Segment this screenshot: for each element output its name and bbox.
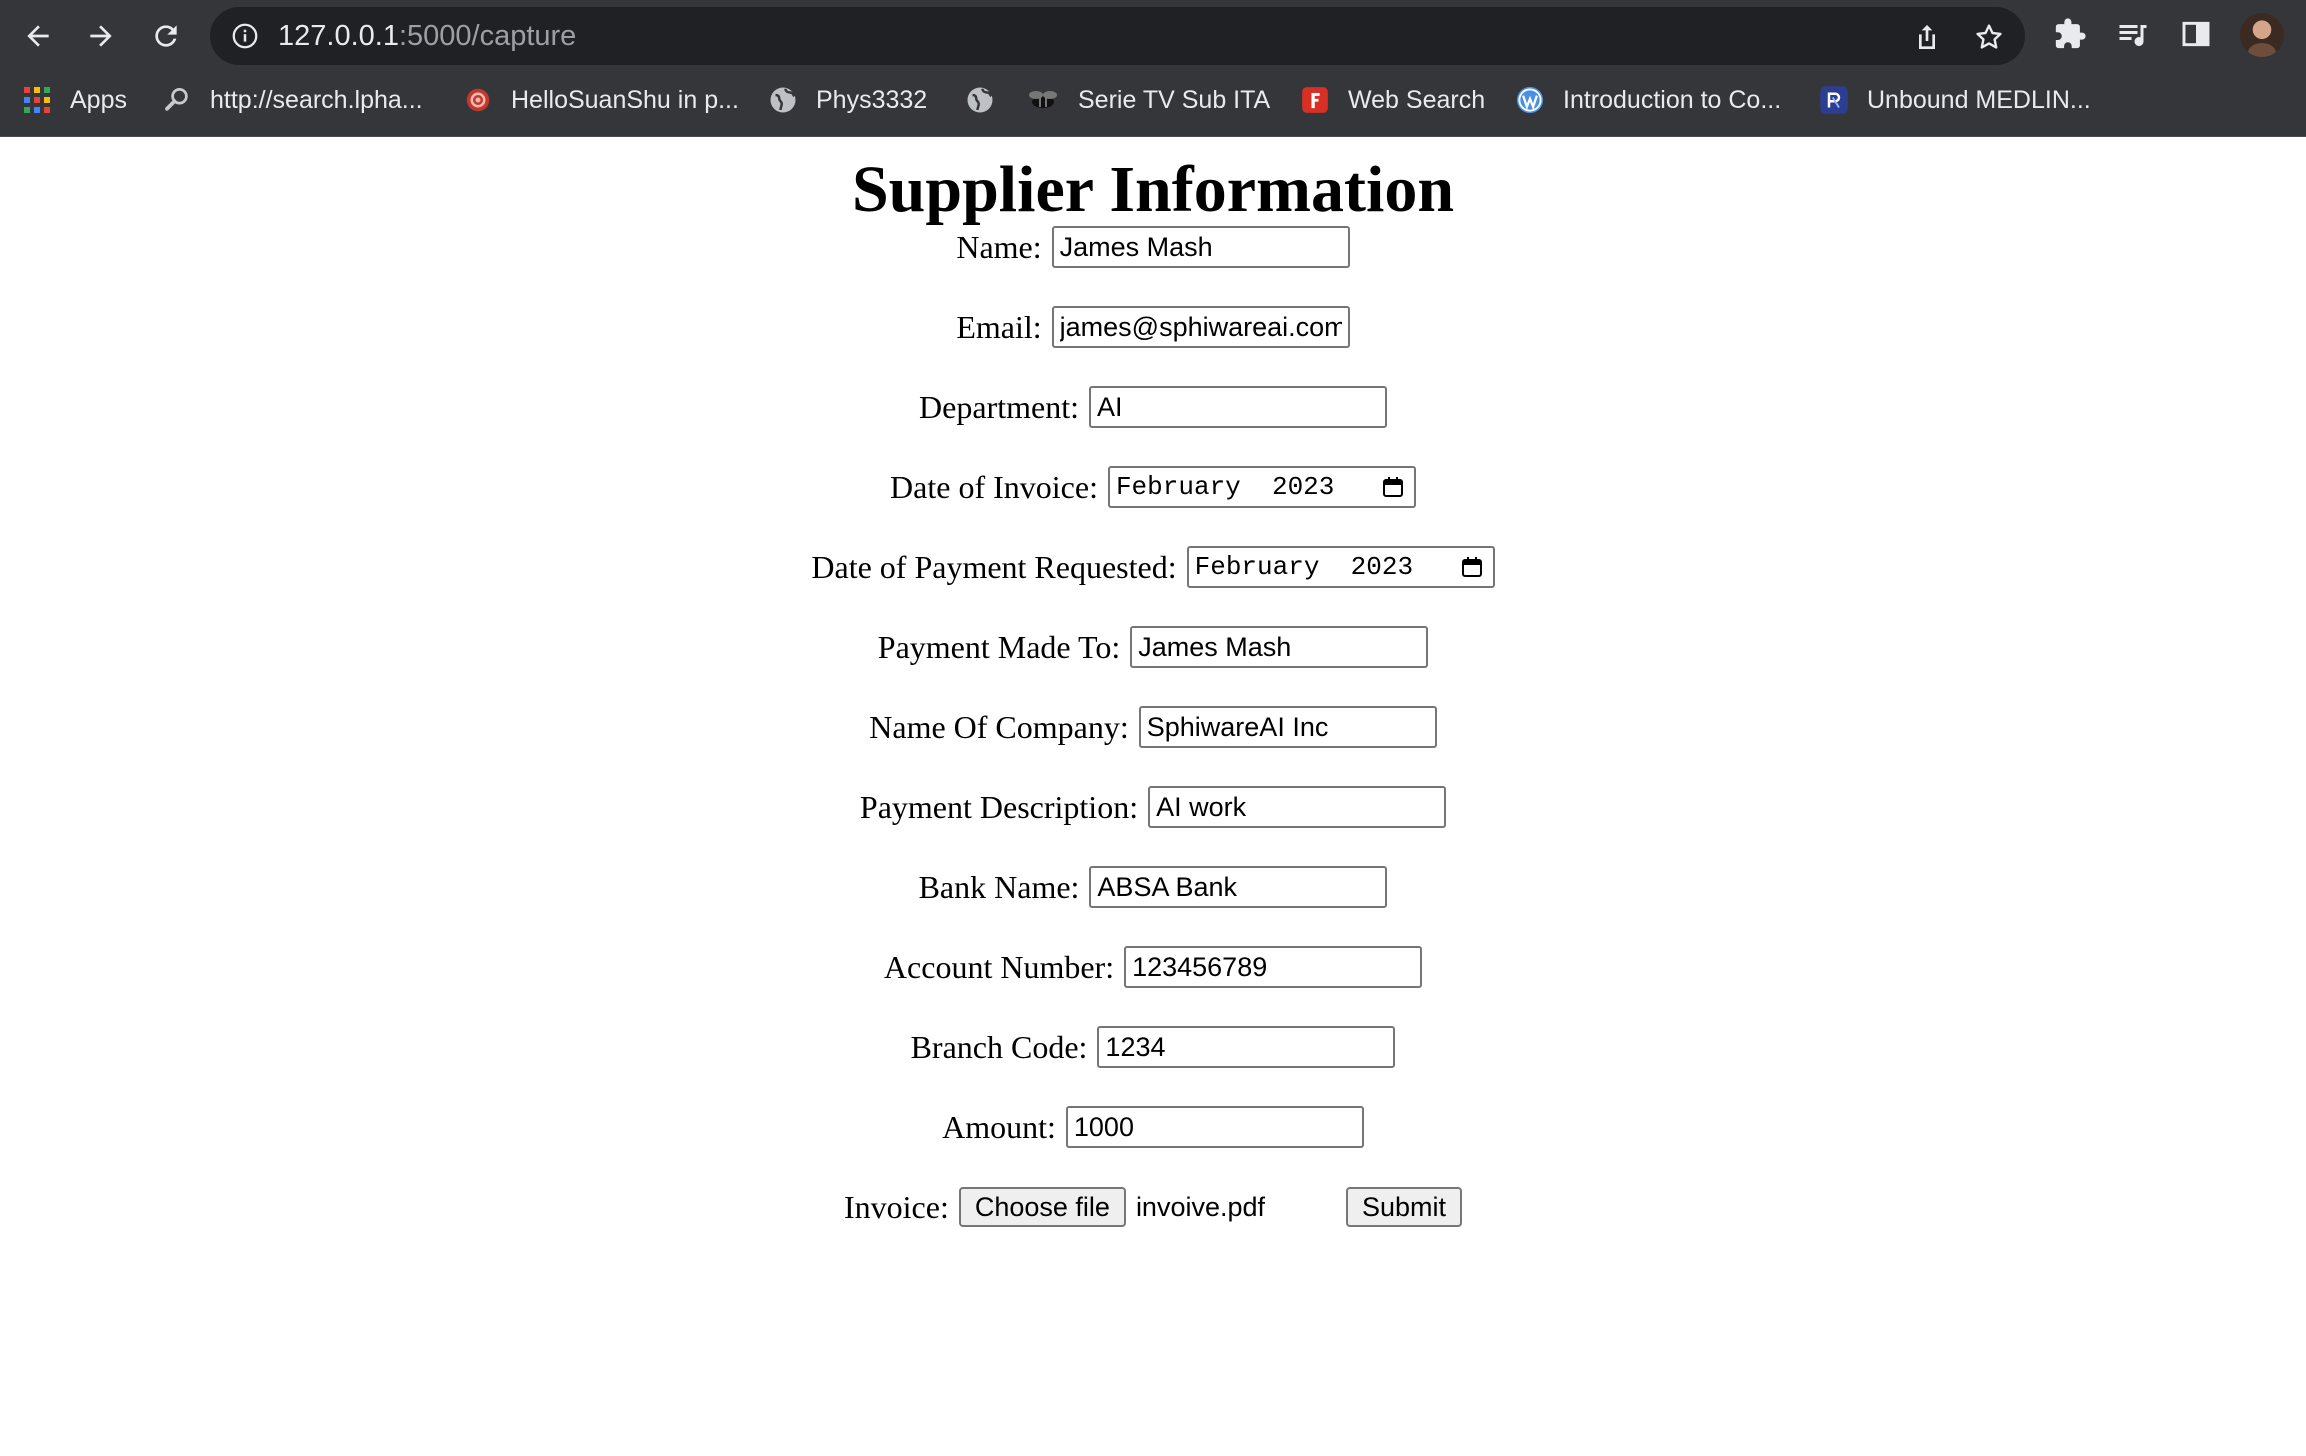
email-field[interactable] — [1051, 306, 1350, 348]
info-icon[interactable] — [230, 21, 260, 51]
bookmark-globe[interactable] — [965, 74, 995, 126]
company-label: Name Of Company: — [869, 708, 1129, 745]
branch-label: Branch Code: — [910, 1028, 1088, 1065]
invoice-date-row: Date of Invoice: February 2023 — [0, 464, 2306, 510]
search-icon — [162, 85, 192, 115]
forward-button[interactable] — [79, 14, 123, 58]
name-field[interactable] — [1051, 226, 1350, 268]
invoice-label: Invoice: — [844, 1188, 949, 1225]
wordpress-icon — [1515, 85, 1545, 115]
branch-row: Branch Code: — [0, 1024, 2306, 1070]
url-host: 127.0.0.1 — [278, 20, 399, 52]
page-title: Supplier Information — [851, 153, 1455, 226]
bookmark-label: http://search.lpha... — [210, 85, 423, 114]
account-field[interactable] — [1124, 946, 1423, 988]
choose-file-button[interactable]: Choose file — [958, 1187, 1126, 1227]
department-row: Department: — [0, 384, 2306, 430]
side-panel-icon — [2182, 21, 2210, 47]
description-row: Payment Description: — [0, 784, 2306, 830]
invoice-date-picker[interactable]: February 2023 — [1107, 466, 1416, 508]
name-row: Name: — [0, 224, 2306, 270]
submit-button[interactable]: Submit — [1345, 1187, 1462, 1227]
side-panel-button[interactable] — [2176, 14, 2216, 54]
bookmark-hellosuanshu[interactable]: HelloSuanShu in p... — [463, 74, 739, 126]
account-row: Account Number: — [0, 944, 2306, 990]
payment-date-value: February 2023 — [1194, 552, 1414, 582]
description-label: Payment Description: — [859, 788, 1139, 825]
puzzle-icon — [2055, 18, 2086, 49]
bookmarks-bar: Apps http://search.lpha... HelloSuanShu … — [0, 74, 2306, 126]
bookmark-label: Serie TV Sub ITA — [1078, 85, 1271, 114]
url-path: :5000/capture — [398, 20, 577, 52]
bank-row: Bank Name: — [0, 864, 2306, 910]
bookmark-label: Phys3332 — [816, 85, 928, 114]
email-label: Email: — [956, 308, 1042, 345]
invoice-date-value: February 2023 — [1115, 472, 1335, 502]
bookmark-label: Unbound MEDLIN... — [1867, 85, 2091, 114]
f-logo-icon — [1300, 85, 1330, 115]
browser-toolbar: 127.0.0.1:5000/capture Apps http://searc… — [0, 0, 2306, 137]
bookmark-unbound-medline[interactable]: Unbound MEDLIN... — [1819, 74, 2091, 126]
arrow-left-icon — [27, 25, 49, 47]
bank-label: Bank Name: — [918, 868, 1080, 905]
bookmark-apps[interactable]: Apps — [22, 74, 127, 126]
department-label: Department: — [919, 388, 1079, 425]
bookmark-phys3332[interactable]: Phys3332 — [768, 74, 927, 126]
pubmed-icon — [1819, 85, 1849, 115]
email-row: Email: — [0, 304, 2306, 350]
bookmark-introduction[interactable]: Introduction to Co... — [1515, 74, 1781, 126]
bookmark-label: HelloSuanShu in p... — [511, 85, 739, 114]
description-field[interactable] — [1148, 786, 1447, 828]
bookmark-label: Apps — [70, 85, 127, 114]
selected-filename: invoive.pdf — [1135, 1191, 1266, 1222]
url-text[interactable]: 127.0.0.1:5000/capture — [278, 17, 576, 55]
back-button[interactable] — [16, 14, 60, 58]
company-field[interactable] — [1138, 706, 1437, 748]
extensions-button[interactable] — [2050, 14, 2090, 54]
amount-field[interactable] — [1065, 1106, 1364, 1148]
payment-to-field[interactable] — [1130, 626, 1429, 668]
globe-icon — [965, 85, 995, 115]
payment-date-picker[interactable]: February 2023 — [1186, 546, 1495, 588]
toolbar-divider — [0, 136, 2306, 137]
name-label: Name: — [956, 228, 1042, 265]
submit-wrapper: Submit — [1345, 1187, 1462, 1227]
suanshu-logo-icon — [463, 85, 493, 115]
bookmark-serie-tv[interactable]: Serie TV Sub ITA — [1026, 74, 1270, 126]
bookmark-search[interactable]: http://search.lpha... — [162, 74, 423, 126]
account-label: Account Number: — [883, 948, 1115, 985]
company-row: Name Of Company: — [0, 704, 2306, 750]
address-bar[interactable]: 127.0.0.1:5000/capture — [210, 7, 2025, 65]
playlist-icon — [2119, 25, 2147, 47]
invoice-upload-row: Invoice: Choose file invoive.pdf Submit — [0, 1184, 2306, 1230]
reload-icon — [155, 25, 177, 47]
media-queue-button[interactable] — [2113, 14, 2153, 54]
bookmark-label: Web Search — [1348, 85, 1486, 114]
arrow-right-icon — [90, 25, 112, 47]
share-icon[interactable] — [1911, 21, 1943, 53]
department-field[interactable] — [1088, 386, 1387, 428]
payment-date-row: Date of Payment Requested: February 2023 — [0, 544, 2306, 590]
bee-icon — [1026, 85, 1060, 115]
payment-date-label: Date of Payment Requested: — [811, 548, 1177, 585]
profile-avatar[interactable] — [2240, 13, 2284, 57]
branch-field[interactable] — [1097, 1026, 1396, 1068]
payment-to-row: Payment Made To: — [0, 624, 2306, 670]
apps-grid-icon — [22, 85, 52, 115]
calendar-icon[interactable] — [1380, 474, 1406, 500]
reload-button[interactable] — [144, 14, 188, 58]
bank-field[interactable] — [1089, 866, 1388, 908]
amount-label: Amount: — [942, 1108, 1056, 1145]
amount-row: Amount: — [0, 1104, 2306, 1150]
bookmark-label: Introduction to Co... — [1563, 85, 1782, 114]
payment-to-label: Payment Made To: — [877, 628, 1121, 665]
bookmark-web-search[interactable]: Web Search — [1300, 74, 1485, 126]
invoice-date-label: Date of Invoice: — [890, 468, 1098, 505]
star-bookmark-icon[interactable] — [1973, 21, 2005, 53]
calendar-icon[interactable] — [1459, 554, 1485, 580]
globe-icon — [768, 85, 798, 115]
